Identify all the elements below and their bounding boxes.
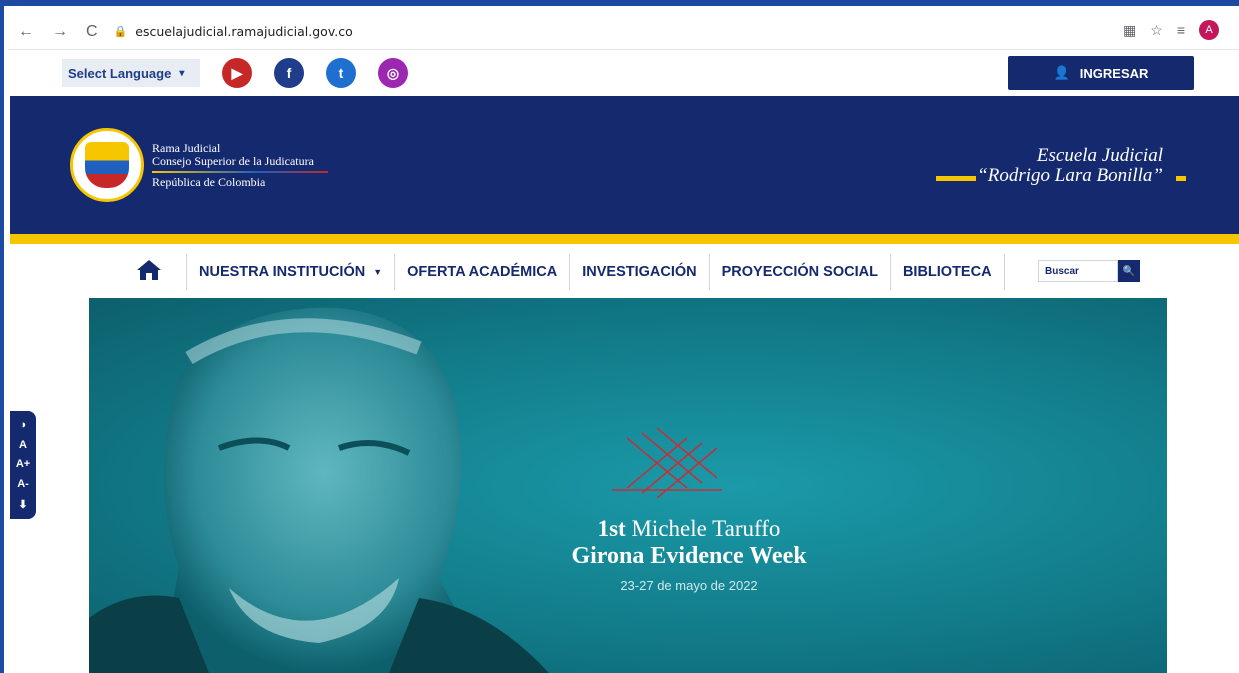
menu-item-label: OFERTA ACADÉMICA: [407, 264, 558, 280]
menu-item-oferta-academica[interactable]: OFERTA ACADÉMICA: [394, 254, 569, 290]
ingresar-button[interactable]: 👤 INGRESAR: [1008, 56, 1194, 90]
reading-list-icon[interactable]: ≡: [1177, 22, 1185, 38]
hero-line1: 1st Michele Taruffo: [539, 516, 839, 542]
hero-date: 23-27 de mayo de 2022: [620, 578, 758, 593]
menu-item-label: INVESTIGACIÓN: [582, 264, 697, 280]
home-icon[interactable]: [136, 258, 162, 282]
shield-icon: [85, 142, 129, 188]
escuela-line1: Escuela Judicial: [1036, 145, 1163, 166]
lock-icon: 🔒: [113, 25, 128, 38]
browser-toolbar: ← → C 🔒 escuelajudicial.ramajudicial.gov…: [8, 14, 1239, 50]
chevron-down-icon: ▾: [179, 67, 185, 79]
coat-of-arms-logo[interactable]: [70, 128, 144, 202]
gold-accent-bar: [936, 176, 976, 181]
menu-items: NUESTRA INSTITUCIÓN ▼ OFERTA ACADÉMICA I…: [186, 254, 1005, 290]
address-bar[interactable]: 🔒 escuelajudicial.ramajudicial.gov.co: [114, 24, 353, 39]
menu-item-biblioteca[interactable]: BIBLIOTECA: [889, 254, 1005, 290]
url-text: escuelajudicial.ramajudicial.gov.co: [135, 24, 353, 39]
language-select[interactable]: Select Language ▾: [62, 59, 200, 87]
gold-accent-bar-small: [1176, 176, 1186, 181]
download-icon[interactable]: ⬇: [18, 498, 27, 511]
hero-title: 1st Michele Taruffo Girona Evidence Week…: [539, 516, 839, 593]
back-icon[interactable]: ←: [18, 23, 34, 41]
font-increase-button[interactable]: A+: [16, 458, 30, 470]
caret-down-icon: ▼: [373, 267, 383, 277]
user-icon: 👤: [1053, 65, 1070, 80]
menu-item-label: PROYECCIÓN SOCIAL: [721, 264, 878, 280]
escuela-title: Escuela Judicial “Rodrigo Lara Bonilla”: [977, 146, 1163, 186]
menu-item-proyeccion-social[interactable]: PROYECCIÓN SOCIAL: [708, 254, 890, 290]
rama-line3: República de Colombia: [152, 175, 266, 189]
font-decrease-button[interactable]: A-: [17, 478, 29, 490]
header-banner: Rama Judicial Consejo Superior de la Jud…: [10, 96, 1239, 234]
main-menu: NUESTRA INSTITUCIÓN ▼ OFERTA ACADÉMICA I…: [10, 244, 1239, 298]
search-box: Buscar 🔍: [1038, 260, 1140, 282]
hero-title-prefix: 1st: [597, 516, 626, 541]
facebook-icon[interactable]: f: [274, 58, 304, 88]
portrait-image: [89, 307, 549, 673]
youtube-icon[interactable]: ▶: [222, 58, 252, 88]
search-icon[interactable]: 🔍: [1118, 260, 1140, 282]
ingresar-label: INGRESAR: [1079, 65, 1149, 81]
gold-strip: [10, 234, 1239, 244]
forward-icon[interactable]: →: [52, 23, 68, 41]
event-logo-mark: [612, 428, 722, 498]
accessibility-toolbar: ◑ A A+ A- ⬇: [10, 411, 36, 519]
hero-title-rest: Michele Taruffo: [631, 516, 781, 541]
menu-item-investigacion[interactable]: INVESTIGACIÓN: [569, 254, 708, 290]
reload-icon[interactable]: C: [86, 23, 98, 41]
twitter-icon[interactable]: t: [326, 58, 356, 88]
contrast-icon[interactable]: ◑: [20, 419, 27, 431]
browser-actions: ▦ ☆ ≡ A: [1123, 20, 1219, 40]
search-input[interactable]: Buscar: [1038, 260, 1118, 282]
browser-nav: ← → C: [18, 23, 98, 41]
language-label: Select Language: [68, 65, 172, 81]
rama-judicial-logo-text: Rama Judicial Consejo Superior de la Jud…: [152, 142, 328, 189]
hero-line2: Girona Evidence Week: [571, 543, 807, 569]
tricolor-divider: [152, 171, 328, 173]
star-icon[interactable]: ☆: [1150, 22, 1163, 39]
top-bar: Select Language ▾ ▶ f t ◎ 👤 INGRESAR: [10, 50, 1239, 96]
hero-slider[interactable]: 1st Michele Taruffo Girona Evidence Week…: [89, 298, 1167, 673]
qr-icon[interactable]: ▦: [1123, 22, 1136, 39]
profile-avatar[interactable]: A: [1199, 20, 1219, 40]
instagram-icon[interactable]: ◎: [378, 58, 408, 88]
rama-line2: Consejo Superior de la Judicatura: [152, 154, 314, 168]
menu-item-label: NUESTRA INSTITUCIÓN: [199, 264, 366, 280]
font-reset-button[interactable]: A: [19, 439, 27, 451]
menu-item-label: BIBLIOTECA: [902, 264, 992, 280]
escuela-line2: “Rodrigo Lara Bonilla”: [977, 165, 1163, 186]
menu-item-nuestra-institucion[interactable]: NUESTRA INSTITUCIÓN ▼: [186, 254, 394, 290]
